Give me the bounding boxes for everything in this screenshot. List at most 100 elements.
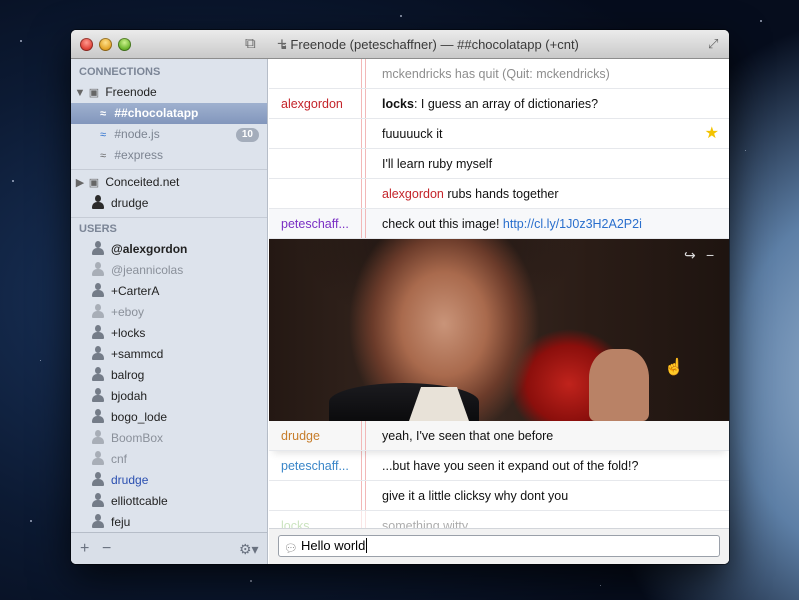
user-list-item[interactable]: drudge	[71, 470, 267, 491]
user-icon	[91, 304, 105, 318]
user-name: +sammcd	[111, 347, 164, 361]
message-text: fuuuuuck it	[382, 127, 443, 141]
pointer-cursor-icon: ☝	[664, 359, 684, 376]
user-icon	[91, 283, 105, 297]
user-list-item[interactable]: cnf	[71, 449, 267, 470]
user-name: BoomBox	[111, 431, 164, 445]
collapse-icon[interactable]: −	[706, 247, 714, 263]
user-name: @jeannicolas	[111, 263, 184, 277]
input-bar: 💬︎ Hello world	[269, 528, 729, 564]
nick[interactable]: drudge	[281, 421, 363, 451]
users-header: USERS	[79, 223, 117, 235]
user-icon	[91, 514, 105, 528]
user-list-item[interactable]: +locks	[71, 323, 267, 344]
channel-express[interactable]: ≈ #express	[71, 145, 267, 166]
user-name: bogo_lode	[111, 410, 168, 424]
message-row: drudge yeah, I've seen that one before	[269, 421, 729, 451]
user-list-item[interactable]: +CarterA	[71, 281, 267, 302]
divider	[71, 169, 267, 170]
mention: locks	[382, 97, 414, 111]
user-name: bjodah	[111, 389, 148, 403]
message-row: peteschaff... check out this image! http…	[269, 209, 729, 239]
channel-chocolatapp[interactable]: ≈ ##chocolatapp	[71, 103, 267, 124]
user-list-item[interactable]: bjodah	[71, 386, 267, 407]
user-name: feju	[111, 515, 131, 529]
message-text: give it a little clicksy why dont you	[382, 489, 569, 503]
nick[interactable]: peteschaff...	[281, 451, 363, 481]
remove-icon[interactable]: −	[102, 540, 111, 558]
unread-badge: 10	[235, 128, 259, 142]
disclosure-closed-icon[interactable]: ▶	[74, 173, 86, 194]
user-name: +CarterA	[111, 284, 160, 298]
user-name: balrog	[111, 368, 145, 382]
user-name: cnf	[111, 452, 128, 466]
user-icon	[91, 262, 105, 276]
channel-name: ##chocolatapp	[114, 106, 199, 120]
star-icon[interactable]: ★	[705, 119, 719, 149]
channel-name: #express	[114, 148, 164, 162]
server-name: Conceited.net	[105, 175, 180, 189]
server-conceited[interactable]: ▶ ▣ Conceited.net	[71, 172, 267, 193]
channel-activity-icon: ≈	[99, 129, 107, 141]
divider	[71, 217, 267, 218]
user-icon	[91, 325, 105, 339]
server-freenode[interactable]: ▼ ▣ Freenode	[71, 82, 267, 103]
message-text: I'll learn ruby myself	[382, 157, 493, 171]
user-name: +eboy	[111, 305, 145, 319]
user-icon	[91, 346, 105, 360]
user-list-item[interactable]: @alexgordon	[71, 239, 267, 260]
user-list: @alexgordon @jeannicolas +CarterA +eboy +loc…	[71, 239, 267, 533]
sidebar-footer: + − ⚙▾	[71, 532, 267, 564]
user-list-item[interactable]: BoomBox	[71, 428, 267, 449]
add-icon[interactable]: +	[80, 540, 89, 558]
disclosure-open-icon[interactable]: ▼	[74, 83, 86, 104]
message-text: mckendricks has quit (Quit: mckendricks)	[382, 67, 610, 81]
user-name: +locks	[111, 326, 146, 340]
user-list-item[interactable]: +sammcd	[71, 344, 267, 365]
speech-bubble-icon: 💬︎	[284, 543, 298, 555]
server-name: Freenode	[105, 85, 157, 99]
share-icon[interactable]: ↪	[684, 247, 696, 264]
channel-nodejs[interactable]: ≈ #node.js 10	[71, 124, 267, 145]
user-list-item[interactable]: elliottcable	[71, 491, 267, 512]
direct-name: drudge	[111, 196, 149, 210]
title-bar: ⧉ + 🔒︎ Freenode (peteschaffner) — ##choco…	[71, 30, 729, 59]
user-list-item[interactable]: balrog	[71, 365, 267, 386]
nick[interactable]: alexgordon	[281, 89, 363, 119]
user-list-item[interactable]: bogo_lode	[71, 407, 267, 428]
window-title: 🔒︎ Freenode (peteschaffner) — ##chocolata…	[281, 37, 579, 52]
chat-log: mckendricks has quit (Quit: mckendricks)…	[269, 59, 729, 564]
channel-name: #node.js	[114, 127, 160, 141]
user-icon	[91, 241, 105, 255]
user-icon	[91, 472, 105, 486]
channel-activity-icon: ≈	[99, 108, 107, 120]
user-name: @alexgordon	[111, 242, 188, 256]
server-icon: ▣	[88, 177, 100, 189]
user-icon	[91, 409, 105, 423]
message-row: I'll learn ruby myself	[269, 149, 729, 179]
server-icon: ▣	[88, 87, 100, 99]
message-input[interactable]: 💬︎ Hello world	[278, 535, 720, 557]
connections-header: CONNECTIONS	[79, 66, 161, 78]
user-name: drudge	[111, 473, 149, 487]
fullscreen-icon[interactable]: ⤢	[708, 36, 718, 52]
message-row: peteschaff... ...but have you seen it ex…	[269, 451, 729, 481]
user-list-item[interactable]: feju	[71, 512, 267, 533]
app-window: ⧉ + 🔒︎ Freenode (peteschaffner) — ##choco…	[71, 30, 729, 564]
direct-message-drudge[interactable]: drudge	[71, 193, 267, 214]
message-row: alexgordon locks: I guess an array of di…	[269, 89, 729, 119]
user-icon	[91, 451, 105, 465]
user-list-item[interactable]: +eboy	[71, 302, 267, 323]
inline-image-preview[interactable]: ↪ − ☝	[269, 239, 729, 421]
user-icon	[91, 430, 105, 444]
sidebar: CONNECTIONS ▼ ▣ Freenode ≈ ##chocolatapp …	[71, 59, 268, 564]
user-icon	[91, 195, 105, 209]
image-link[interactable]: http://cl.ly/1J0z3H2A2P2i	[503, 217, 642, 231]
message-text: check out this image! http://cl.ly/1J0z3…	[382, 217, 642, 231]
action-nick[interactable]: alexgordon	[382, 187, 444, 201]
nick[interactable]: peteschaff...	[281, 209, 363, 239]
user-list-item[interactable]: @jeannicolas	[71, 260, 267, 281]
gear-icon[interactable]: ⚙▾	[239, 541, 259, 558]
message-row: fuuuuuck it ★	[269, 119, 729, 149]
user-name: elliottcable	[111, 494, 168, 508]
